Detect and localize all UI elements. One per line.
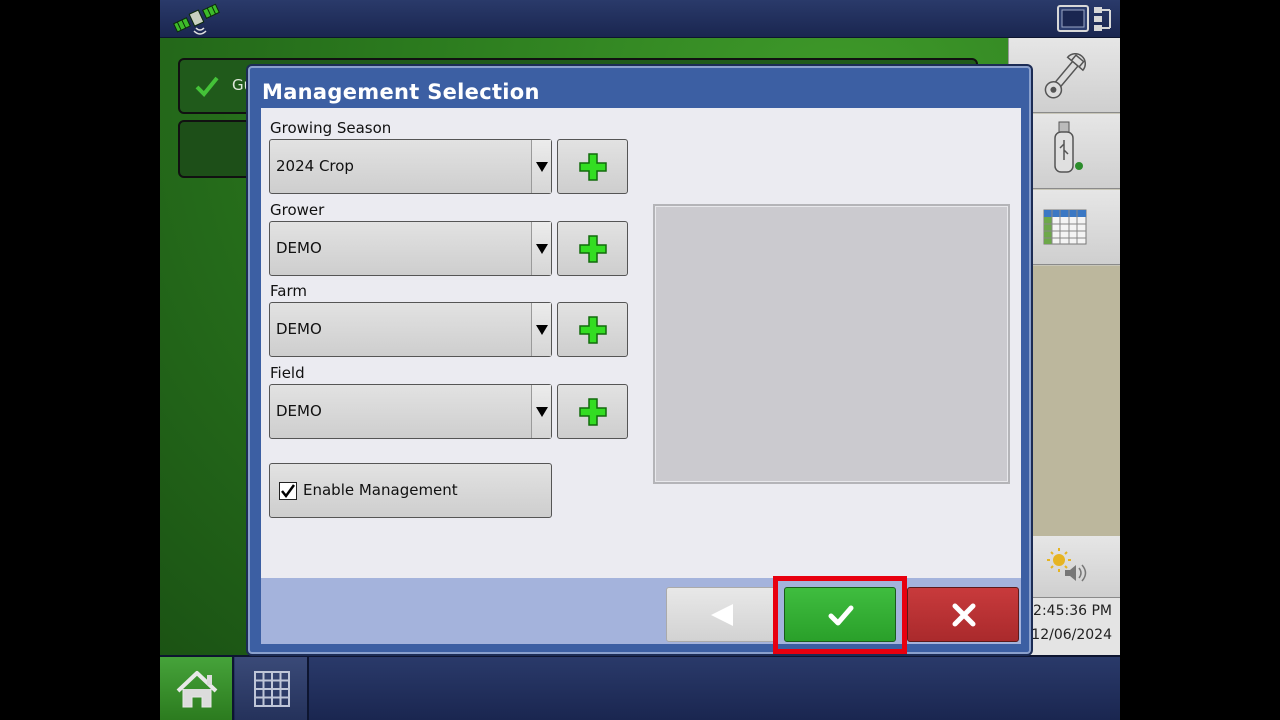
dialog-title: Management Selection [262,80,540,104]
plus-icon [579,235,607,263]
bottom-bar [160,655,1120,720]
apps-grid-icon [254,671,290,707]
farm-label: Farm [270,282,307,300]
top-bar [160,0,1120,38]
field-label: Field [270,364,305,382]
plus-icon [579,316,607,344]
gps-satellite-icon[interactable] [170,2,226,36]
dialog-body: Growing Season 2024 Crop Grower DEMO Far… [261,108,1021,578]
enable-management-label: Enable Management [303,481,458,499]
chevron-down-icon [531,140,551,193]
checkmark-icon [195,76,219,97]
grower-dropdown[interactable]: DEMO [269,221,552,276]
x-icon [952,603,976,627]
chevron-down-icon [531,222,551,275]
cancel-button[interactable] [907,587,1019,642]
plus-icon [579,153,607,181]
farm-dropdown[interactable]: DEMO [269,302,552,357]
display-layout-icon[interactable] [1056,4,1114,34]
checkmark-icon [281,484,296,499]
field-value: DEMO [276,402,322,420]
management-selection-dialog: Management Selection Growing Season 2024… [248,66,1031,654]
dialog-footer [261,576,1021,654]
home-button[interactable] [160,657,234,720]
back-button[interactable] [666,587,776,642]
plus-icon [579,398,607,426]
grower-value: DEMO [276,239,322,257]
add-field-button[interactable] [557,384,628,439]
add-growing-season-button[interactable] [557,139,628,194]
clock-time: 2:45:36 PM [1033,603,1112,619]
chevron-down-icon [531,303,551,356]
apps-menu-button[interactable] [235,657,309,720]
growing-season-dropdown[interactable]: 2024 Crop [269,139,552,194]
enable-management-toggle[interactable]: Enable Management [269,463,552,518]
enable-management-checkbox[interactable] [279,482,297,500]
home-icon [176,671,218,708]
growing-season-label: Growing Season [270,119,392,137]
grower-label: Grower [270,201,325,219]
checkmark-icon [828,605,854,626]
field-dropdown[interactable]: DEMO [269,384,552,439]
clock-date: 12/06/2024 [1031,627,1112,643]
field-preview-area [653,204,1010,484]
ok-button[interactable] [784,587,896,642]
farm-value: DEMO [276,320,322,338]
add-farm-button[interactable] [557,302,628,357]
add-grower-button[interactable] [557,221,628,276]
growing-season-value: 2024 Crop [276,157,354,175]
chevron-down-icon [531,385,551,438]
